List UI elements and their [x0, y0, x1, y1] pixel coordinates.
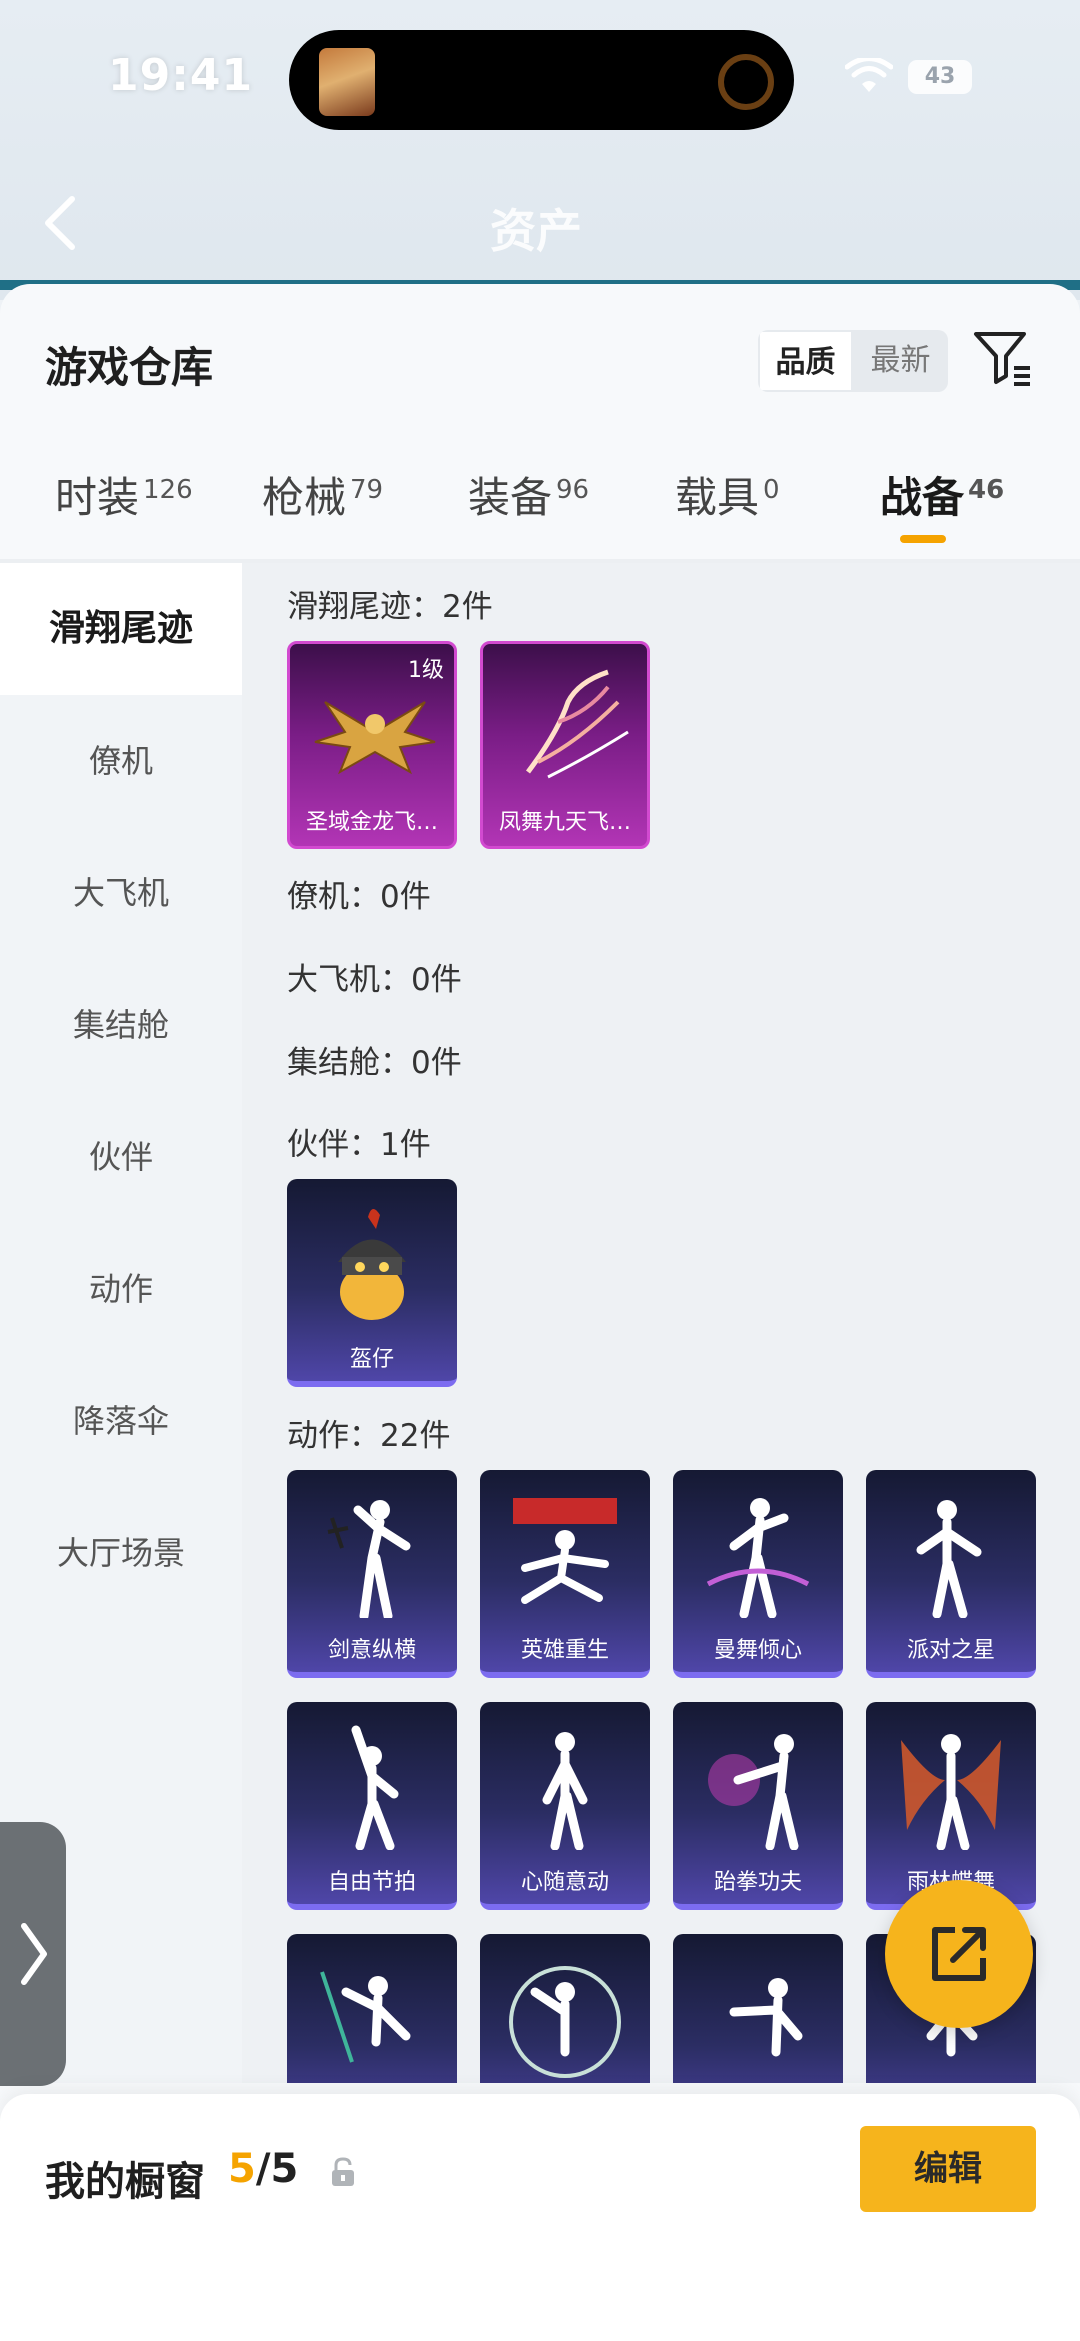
tab-count: 126 — [143, 475, 193, 505]
section-header: 动作：22件 — [287, 1418, 451, 1454]
item-name: 曼舞倾心 — [713, 1638, 802, 1663]
screen: 19:41 43 资产 游戏仓库 品质 最新 时装 126 枪械 79 装备 9… — [0, 0, 1080, 2341]
item-card[interactable] — [480, 1934, 650, 2083]
section-header: 伙伴：1件 — [287, 1127, 431, 1163]
emote-figure-art — [706, 1498, 810, 1618]
item-card[interactable]: 派对之星 — [866, 1470, 1036, 1678]
item-card[interactable] — [673, 1934, 843, 2083]
tab-label: 时装 — [55, 473, 140, 522]
sidebar-item-parachute[interactable]: 降落伞 — [0, 1355, 242, 1487]
tab-count: 0 — [763, 475, 780, 505]
tab-equipment[interactable]: 装备 96 — [468, 464, 589, 525]
tab-battle-prep[interactable]: 战备 46 — [880, 464, 1004, 525]
item-name: 盔仔 — [349, 1347, 394, 1372]
recording-ring-icon — [718, 54, 774, 110]
tab-count: 46 — [968, 475, 1005, 505]
item-name: 心随意动 — [520, 1870, 609, 1895]
warehouse-sheet: 游戏仓库 品质 最新 时装 126 枪械 79 装备 96 载具 0 战备 46 滑翔尾迹… — [0, 284, 1080, 2341]
wifi-icon — [845, 58, 893, 92]
item-card[interactable]: 凤舞九天飞… — [480, 641, 650, 849]
showcase-total: 5 — [270, 2146, 299, 2192]
item-card[interactable] — [287, 1934, 457, 2083]
section-header: 僚机：0件 — [287, 879, 431, 915]
item-card[interactable]: 1级 圣域金龙飞… — [287, 641, 457, 849]
showcase-separator: / — [255, 2146, 271, 2192]
side-drawer-handle[interactable] — [0, 1822, 66, 2086]
sidebar-item-large-plane[interactable]: 大飞机 — [0, 827, 242, 959]
sort-by-newest[interactable]: 最新 — [853, 330, 948, 392]
emote-figure-art — [351, 1725, 399, 1850]
item-card[interactable]: 英雄重生 — [480, 1470, 650, 1678]
tab-count: 96 — [556, 475, 590, 505]
sheet-title: 游戏仓库 — [45, 343, 214, 392]
emote-figure-art — [901, 1734, 1001, 1850]
item-card[interactable]: 自由节拍 — [287, 1702, 457, 1910]
emote-figure-art — [729, 1978, 803, 2057]
sidebar-item-lobby-scene[interactable]: 大厅场景 — [0, 1487, 242, 1619]
status-time: 19:41 — [108, 50, 254, 101]
chevron-right-icon — [21, 1923, 47, 1985]
sidebar-item-glide-trail[interactable]: 滑翔尾迹 — [0, 563, 242, 695]
emote-figure-art — [708, 1734, 799, 1850]
emote-figure-art — [327, 1500, 411, 1618]
showcase-count: 5/5 — [228, 2146, 298, 2192]
edit-button[interactable]: 编辑 — [860, 2126, 1036, 2212]
tab-count: 79 — [350, 475, 384, 505]
showcase-label: 我的橱窗 — [45, 2159, 205, 2205]
emote-figure-art — [513, 1498, 617, 1604]
sidebar-item-emote[interactable]: 动作 — [0, 1223, 242, 1355]
item-name: 跆拳功夫 — [713, 1870, 802, 1895]
category-tabs: 时装 126 枪械 79 装备 96 载具 0 战备 46 — [0, 464, 1080, 564]
tab-label: 战备 — [880, 473, 965, 522]
tab-label: 枪械 — [262, 473, 347, 522]
tab-fashion[interactable]: 时装 126 — [55, 464, 193, 525]
dynamic-island[interactable] — [289, 30, 794, 130]
sidebar-item-wingman[interactable]: 僚机 — [0, 695, 242, 827]
emote-figure-art — [320, 1971, 411, 2063]
back-arrow-icon[interactable] — [40, 195, 80, 251]
item-name: 剑意纵横 — [327, 1638, 416, 1663]
item-level-badge: 1级 — [408, 658, 444, 683]
tab-label: 载具 — [675, 473, 760, 522]
sort-by-quality[interactable]: 品质 — [758, 330, 853, 392]
item-card[interactable]: 剑意纵横 — [287, 1470, 457, 1678]
showcase-bar: 我的橱窗 5/5 编辑 — [0, 2094, 1080, 2341]
item-card[interactable]: 曼舞倾心 — [673, 1470, 843, 1678]
page-title: 资产 — [490, 204, 582, 258]
phoenix-art — [525, 669, 629, 779]
item-list: 滑翔尾迹：2件 1级 圣域金龙飞… 凤舞九天飞… 僚机：0件 大飞机：0件 集结… — [242, 563, 1080, 2083]
tab-label: 装备 — [468, 473, 553, 522]
tab-vehicles[interactable]: 载具 0 — [675, 464, 780, 525]
active-tab-indicator — [900, 535, 946, 543]
filter-icon[interactable] — [972, 328, 1034, 390]
section-header: 滑翔尾迹：2件 — [287, 589, 493, 625]
helmet-chick-art — [338, 1208, 406, 1320]
sort-toggle: 品质 最新 — [758, 330, 948, 392]
item-card[interactable]: 心随意动 — [480, 1702, 650, 1910]
item-name: 派对之星 — [906, 1638, 995, 1663]
share-button[interactable] — [885, 1880, 1033, 2028]
item-name: 凤舞九天飞… — [498, 810, 631, 835]
emote-figure-art — [542, 1732, 588, 1850]
item-card[interactable]: 盔仔 — [287, 1179, 457, 1387]
item-name: 英雄重生 — [520, 1638, 609, 1663]
media-thumbnail — [319, 48, 375, 116]
item-name: 自由节拍 — [327, 1870, 416, 1895]
share-icon — [932, 1927, 986, 1981]
battery-indicator: 43 — [908, 60, 972, 94]
item-card[interactable]: 雨林蝶舞 — [866, 1702, 1036, 1910]
tab-firearms[interactable]: 枪械 79 — [262, 464, 383, 525]
top-header-area: 19:41 43 资产 — [0, 0, 1080, 300]
emote-figure-art — [509, 1966, 621, 2078]
section-header: 大飞机：0件 — [287, 962, 462, 998]
sidebar-item-companion[interactable]: 伙伴 — [0, 1091, 242, 1223]
sidebar-item-assembly-pod[interactable]: 集结舱 — [0, 959, 242, 1091]
section-header: 集结舱：0件 — [287, 1045, 462, 1081]
item-card[interactable]: 跆拳功夫 — [673, 1702, 843, 1910]
item-name: 圣域金龙飞… — [305, 810, 438, 835]
showcase-current: 5 — [228, 2146, 256, 2192]
emote-figure-art — [916, 1500, 982, 1618]
lock-icon — [332, 2157, 354, 2186]
